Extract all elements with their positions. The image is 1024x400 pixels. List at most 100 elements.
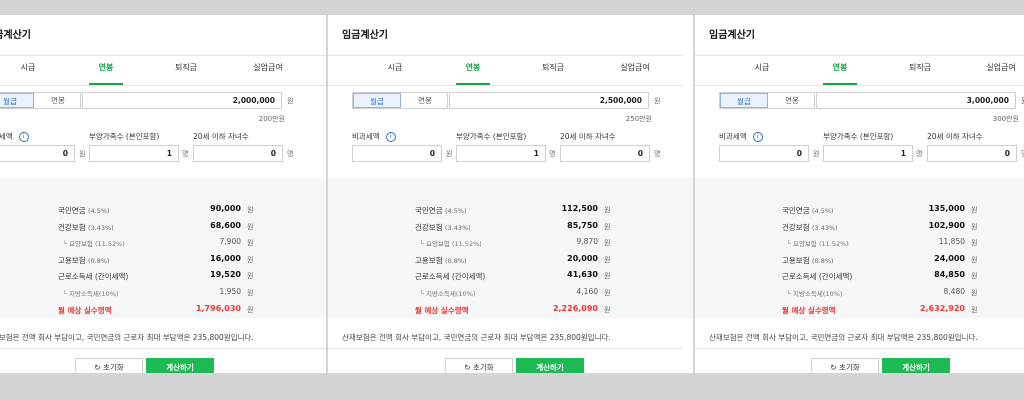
dependents-label: 부양가족수 (본인포함) (823, 132, 894, 141)
salary-input[interactable]: 3,000,000 (816, 92, 1016, 109)
nontax-label: 비과세액i (0, 131, 29, 142)
tab-hourly[interactable]: 시급 (21, 62, 36, 73)
divider (0, 55, 326, 56)
info-icon[interactable]: i (752, 132, 763, 142)
tab-unemployment[interactable]: 실업급여 (253, 62, 282, 73)
care-label: └ 요양보험 (11.52%) (63, 240, 125, 248)
pay-period-toggle: 월급 연봉 (352, 92, 448, 109)
tab-annual[interactable]: 연봉 (99, 62, 114, 73)
unit-label: 원 (247, 272, 254, 280)
refresh-icon: ↻ (830, 363, 837, 372)
nontax-input[interactable]: 0 (719, 145, 809, 162)
divider (0, 348, 326, 349)
footnote: 산재보험은 전액 회사 부담이고, 국민연금의 근로자 최대 부담액은 235,… (0, 333, 254, 342)
salary-input[interactable]: 2,000,000 (82, 92, 282, 109)
unit-label: 원 (604, 223, 611, 231)
toggle-annual[interactable]: 연봉 (401, 93, 449, 108)
result-area (0, 178, 326, 318)
tab-bar: 시급 연봉 퇴직금 실업급여 (0, 62, 326, 84)
unit-label: 원 (971, 272, 978, 280)
care-value: 11,850 (938, 237, 965, 246)
result-area (328, 178, 693, 318)
local-tax-label: └ 지방소득세(10%) (787, 290, 843, 298)
unit-label: 원 (287, 97, 294, 105)
footnote: 산재보험은 전액 회사 부담이고, 국민연금의 근로자 최대 부담액은 235,… (709, 333, 978, 342)
unit-label: 원 (971, 206, 978, 214)
reset-button[interactable]: ↻ 초기화 (811, 358, 879, 373)
toggle-monthly[interactable]: 월급 (353, 93, 401, 108)
children-input[interactable]: 0 (560, 145, 650, 162)
employment-label: 고용보험 (0.8%) (415, 256, 467, 265)
reset-button[interactable]: ↻ 초기화 (75, 358, 143, 373)
dependents-label: 부양가족수 (본인포함) (456, 132, 527, 141)
nontax-input[interactable]: 0 (352, 145, 442, 162)
unit-label: 원 (446, 150, 453, 158)
toggle-annual[interactable]: 연봉 (768, 93, 816, 108)
dependents-input[interactable]: 1 (456, 145, 546, 162)
unit-label: 원 (604, 206, 611, 214)
toggle-annual[interactable]: 연봉 (34, 93, 82, 108)
toggle-monthly[interactable]: 월급 (720, 93, 768, 108)
dependents-input[interactable]: 1 (89, 145, 179, 162)
calculate-button[interactable]: 계산하기 (882, 358, 950, 373)
divider (695, 55, 1024, 56)
children-input[interactable]: 0 (927, 145, 1017, 162)
calculate-button[interactable]: 계산하기 (516, 358, 584, 373)
pension-label: 국민연금 (4.5%) (782, 206, 834, 215)
divider (328, 348, 683, 349)
refresh-icon: ↻ (94, 363, 101, 372)
care-value: 7,900 (219, 237, 241, 246)
salary-input[interactable]: 2,500,000 (449, 92, 649, 109)
tab-severance[interactable]: 퇴직금 (909, 62, 931, 73)
info-icon[interactable]: i (18, 132, 29, 142)
tab-annual[interactable]: 연봉 (466, 62, 481, 73)
employment-label: 고용보험 (0.8%) (58, 256, 110, 265)
info-icon[interactable]: i (385, 132, 396, 142)
children-input[interactable]: 0 (193, 145, 283, 162)
tab-hourly[interactable]: 시급 (388, 62, 403, 73)
unit-label: 원 (971, 289, 978, 297)
pension-value: 135,000 (928, 204, 965, 213)
tab-unemployment[interactable]: 실업급여 (986, 62, 1015, 73)
nontax-label: 비과세액i (719, 131, 763, 142)
income-tax-value: 84,850 (934, 270, 965, 279)
local-tax-value: 8,480 (943, 287, 965, 296)
pension-label: 국민연금 (4.5%) (415, 206, 467, 215)
unit-label: 원 (604, 289, 611, 297)
employment-value: 16,000 (210, 254, 241, 263)
tab-bar: 시급 연봉 퇴직금 실업급여 (328, 62, 683, 84)
employment-value: 20,000 (567, 254, 598, 263)
refresh-icon: ↻ (464, 363, 471, 372)
reset-button[interactable]: ↻ 초기화 (445, 358, 513, 373)
nontax-input[interactable]: 0 (0, 145, 75, 162)
income-tax-label: 근로소득세 (간이세액) (782, 272, 853, 281)
health-label: 건강보험 (3.43%) (782, 223, 838, 232)
employment-label: 고용보험 (0.8%) (782, 256, 834, 265)
net-pay-label: 월 예상 실수령액 (415, 306, 469, 315)
calculate-button[interactable]: 계산하기 (146, 358, 214, 373)
divider (0, 85, 326, 86)
unit-label: 원 (247, 289, 254, 297)
tab-severance[interactable]: 퇴직금 (542, 62, 564, 73)
net-pay-value: 1,796,030 (195, 304, 241, 313)
tab-severance[interactable]: 퇴직금 (175, 62, 197, 73)
tab-annual[interactable]: 연봉 (833, 62, 848, 73)
net-pay-label: 월 예상 실수령액 (58, 306, 112, 315)
unit-label: 원 (971, 223, 978, 231)
dependents-input[interactable]: 1 (823, 145, 913, 162)
care-value: 9,870 (576, 237, 598, 246)
net-pay-value: 2,632,920 (919, 304, 965, 313)
unit-label: 원 (813, 150, 820, 158)
unit-label: 원 (604, 306, 611, 314)
nontax-label: 비과세액i (352, 131, 396, 142)
tab-hourly[interactable]: 시급 (755, 62, 770, 73)
unit-label: 원 (971, 256, 978, 264)
unit-label: 명 (916, 150, 923, 158)
pay-period-toggle: 월급 연봉 (0, 92, 81, 109)
pension-value: 90,000 (210, 204, 241, 213)
income-tax-value: 19,520 (210, 270, 241, 279)
unit-label: 명 (549, 150, 556, 158)
toggle-monthly[interactable]: 월급 (0, 93, 34, 108)
tab-unemployment[interactable]: 실업급여 (620, 62, 649, 73)
income-tax-label: 근로소득세 (간이세액) (415, 272, 486, 281)
